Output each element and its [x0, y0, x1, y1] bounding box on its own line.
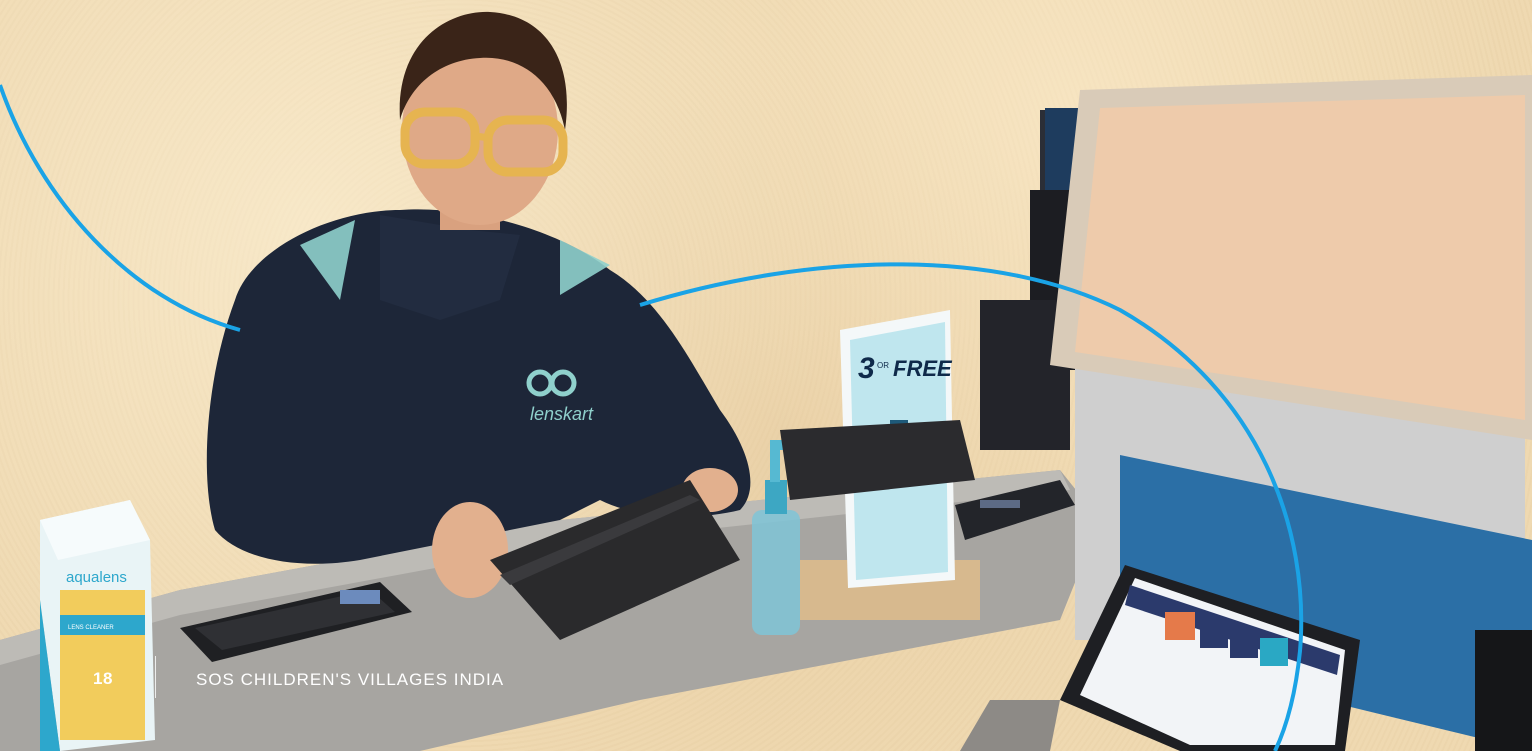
running-title: SOS CHILDREN'S VILLAGES INDIA: [196, 670, 505, 689]
footer-divider: [155, 656, 156, 698]
promo-sign-or: OR: [877, 361, 889, 370]
shirt-logo-text: lenskart: [530, 404, 594, 424]
accent-curve-left: [0, 84, 241, 332]
lens-cleaner-label: LENS CLEANER: [68, 625, 114, 631]
promo-sign-free: FREE: [893, 356, 953, 381]
page-number: 18: [93, 669, 113, 688]
promo-sign-number: 3: [858, 352, 875, 385]
store-photo: lenskart 3 OR FREE aqualens LENS CLEANER: [0, 11, 1532, 751]
left-hand: [432, 502, 508, 598]
lens-cleaner-brand: aqualens: [66, 569, 127, 586]
